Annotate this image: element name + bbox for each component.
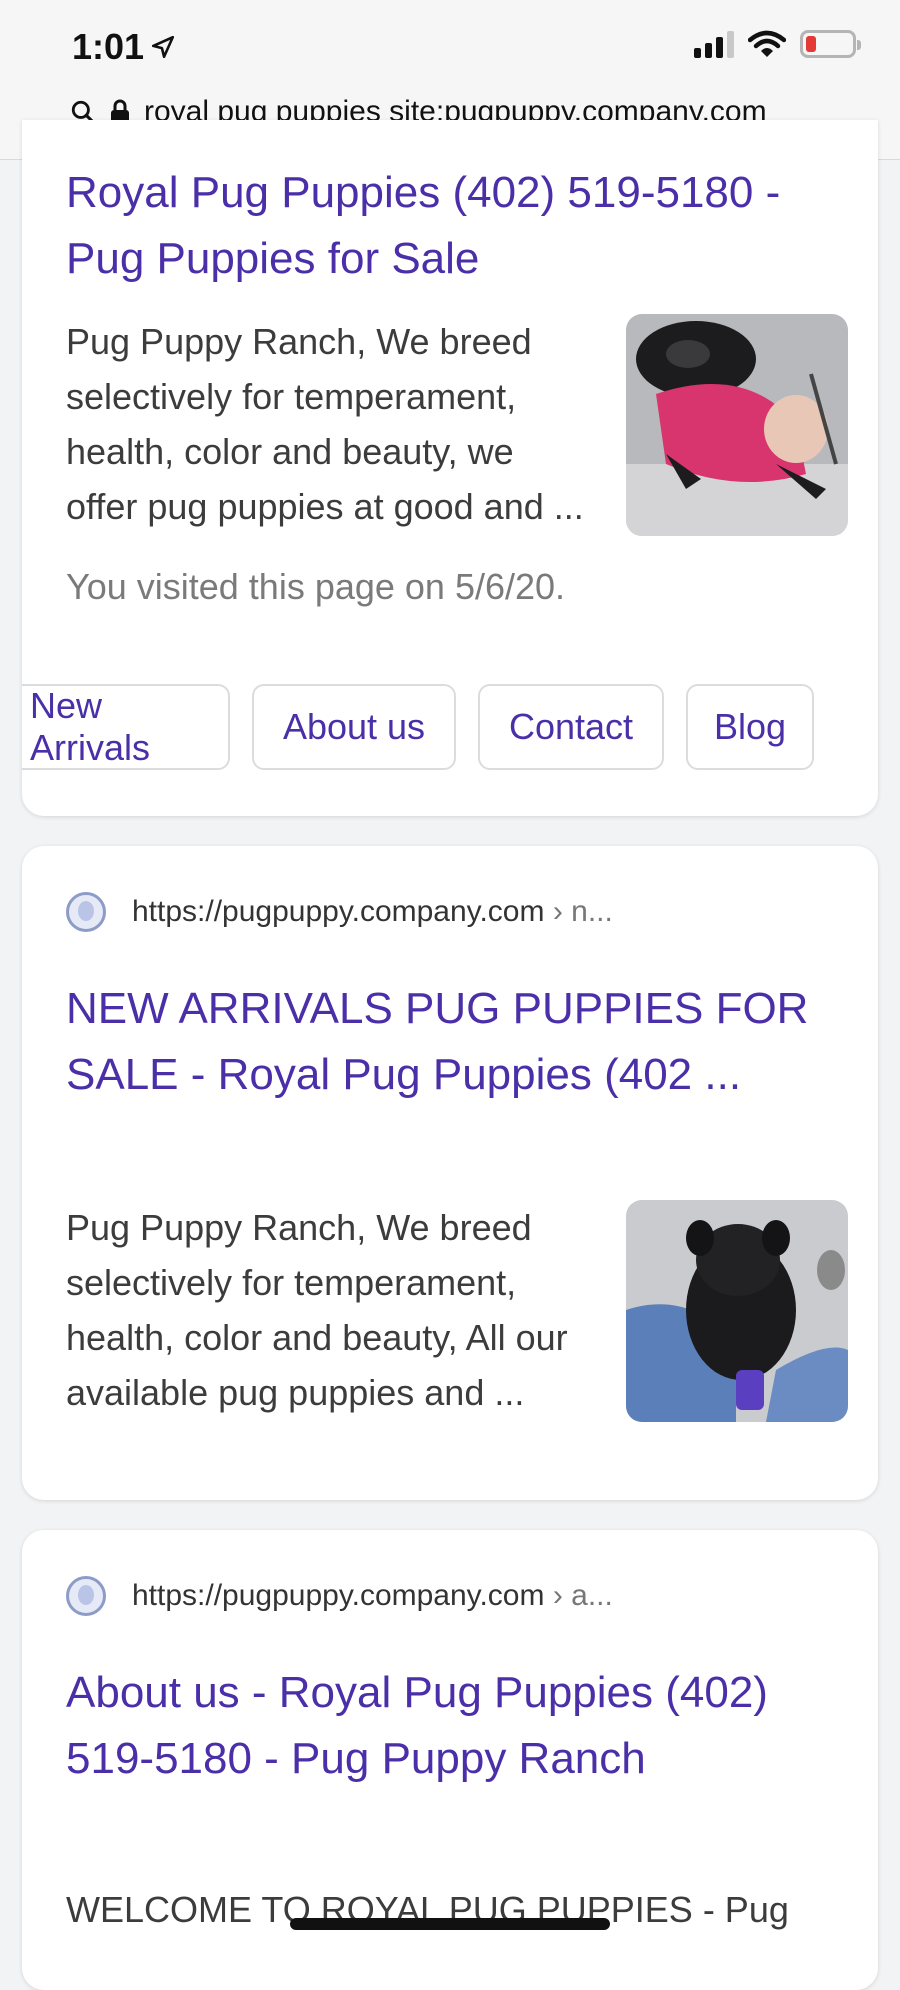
sitelink-new-arrivals[interactable]: New Arrivals bbox=[22, 684, 230, 770]
search-result-card: Royal Pug Puppies (402) 519-5180 - Pug P… bbox=[22, 120, 878, 816]
result-url: https://pugpuppy.company.com bbox=[132, 895, 545, 928]
result-snippet: Pug Puppy Ranch, We breed selectively fo… bbox=[66, 1207, 568, 1413]
clock-time: 1:01 bbox=[72, 26, 145, 67]
result-snippet: Pug Puppy Ranch, We breed selectively fo… bbox=[66, 321, 584, 527]
result-url: https://pugpuppy.company.com bbox=[132, 1579, 545, 1612]
sitelink-contact[interactable]: Contact bbox=[478, 684, 664, 770]
home-indicator[interactable] bbox=[290, 1918, 610, 1930]
search-result-card: https://pugpuppy.company.com › n... NEW … bbox=[22, 846, 878, 1500]
result-breadcrumb: › a... bbox=[552, 1579, 613, 1612]
wifi-icon bbox=[748, 30, 786, 57]
location-arrow-icon bbox=[152, 35, 175, 59]
result-site-line[interactable]: https://pugpuppy.company.com › n... bbox=[66, 892, 613, 932]
visited-note: You visited this page on 5/6/20. bbox=[66, 566, 566, 607]
result-site-line[interactable]: https://pugpuppy.company.com › a... bbox=[66, 1576, 613, 1616]
result-title-link[interactable]: NEW ARRIVALS PUG PUPPIES FOR SALE - Roya… bbox=[66, 976, 826, 1108]
sitelink-about-us[interactable]: About us bbox=[252, 684, 456, 770]
result-title-link[interactable]: Royal Pug Puppies (402) 519-5180 - Pug P… bbox=[66, 160, 826, 292]
battery-icon bbox=[800, 30, 861, 58]
clock: 1:01 bbox=[72, 26, 176, 68]
status-icons bbox=[694, 30, 861, 58]
globe-icon bbox=[66, 1576, 106, 1616]
pug-in-pink-sweater-image[interactable] bbox=[626, 314, 848, 536]
sitelink-blog[interactable]: Blog bbox=[686, 684, 814, 770]
result-snippet-row: Pug Puppy Ranch, We breed selectively fo… bbox=[66, 1200, 856, 1422]
result-title-link[interactable]: About us - Royal Pug Puppies (402) 519-5… bbox=[66, 1660, 826, 1792]
globe-icon bbox=[66, 892, 106, 932]
sitelinks-row: New Arrivals About us Contact Blog bbox=[22, 684, 878, 776]
result-snippet-row: Pug Puppy Ranch, We breed selectively fo… bbox=[66, 314, 856, 536]
cellular-signal-icon bbox=[694, 30, 734, 58]
result-breadcrumb: › n... bbox=[552, 895, 613, 928]
black-pug-puppy-image[interactable] bbox=[626, 1200, 848, 1422]
